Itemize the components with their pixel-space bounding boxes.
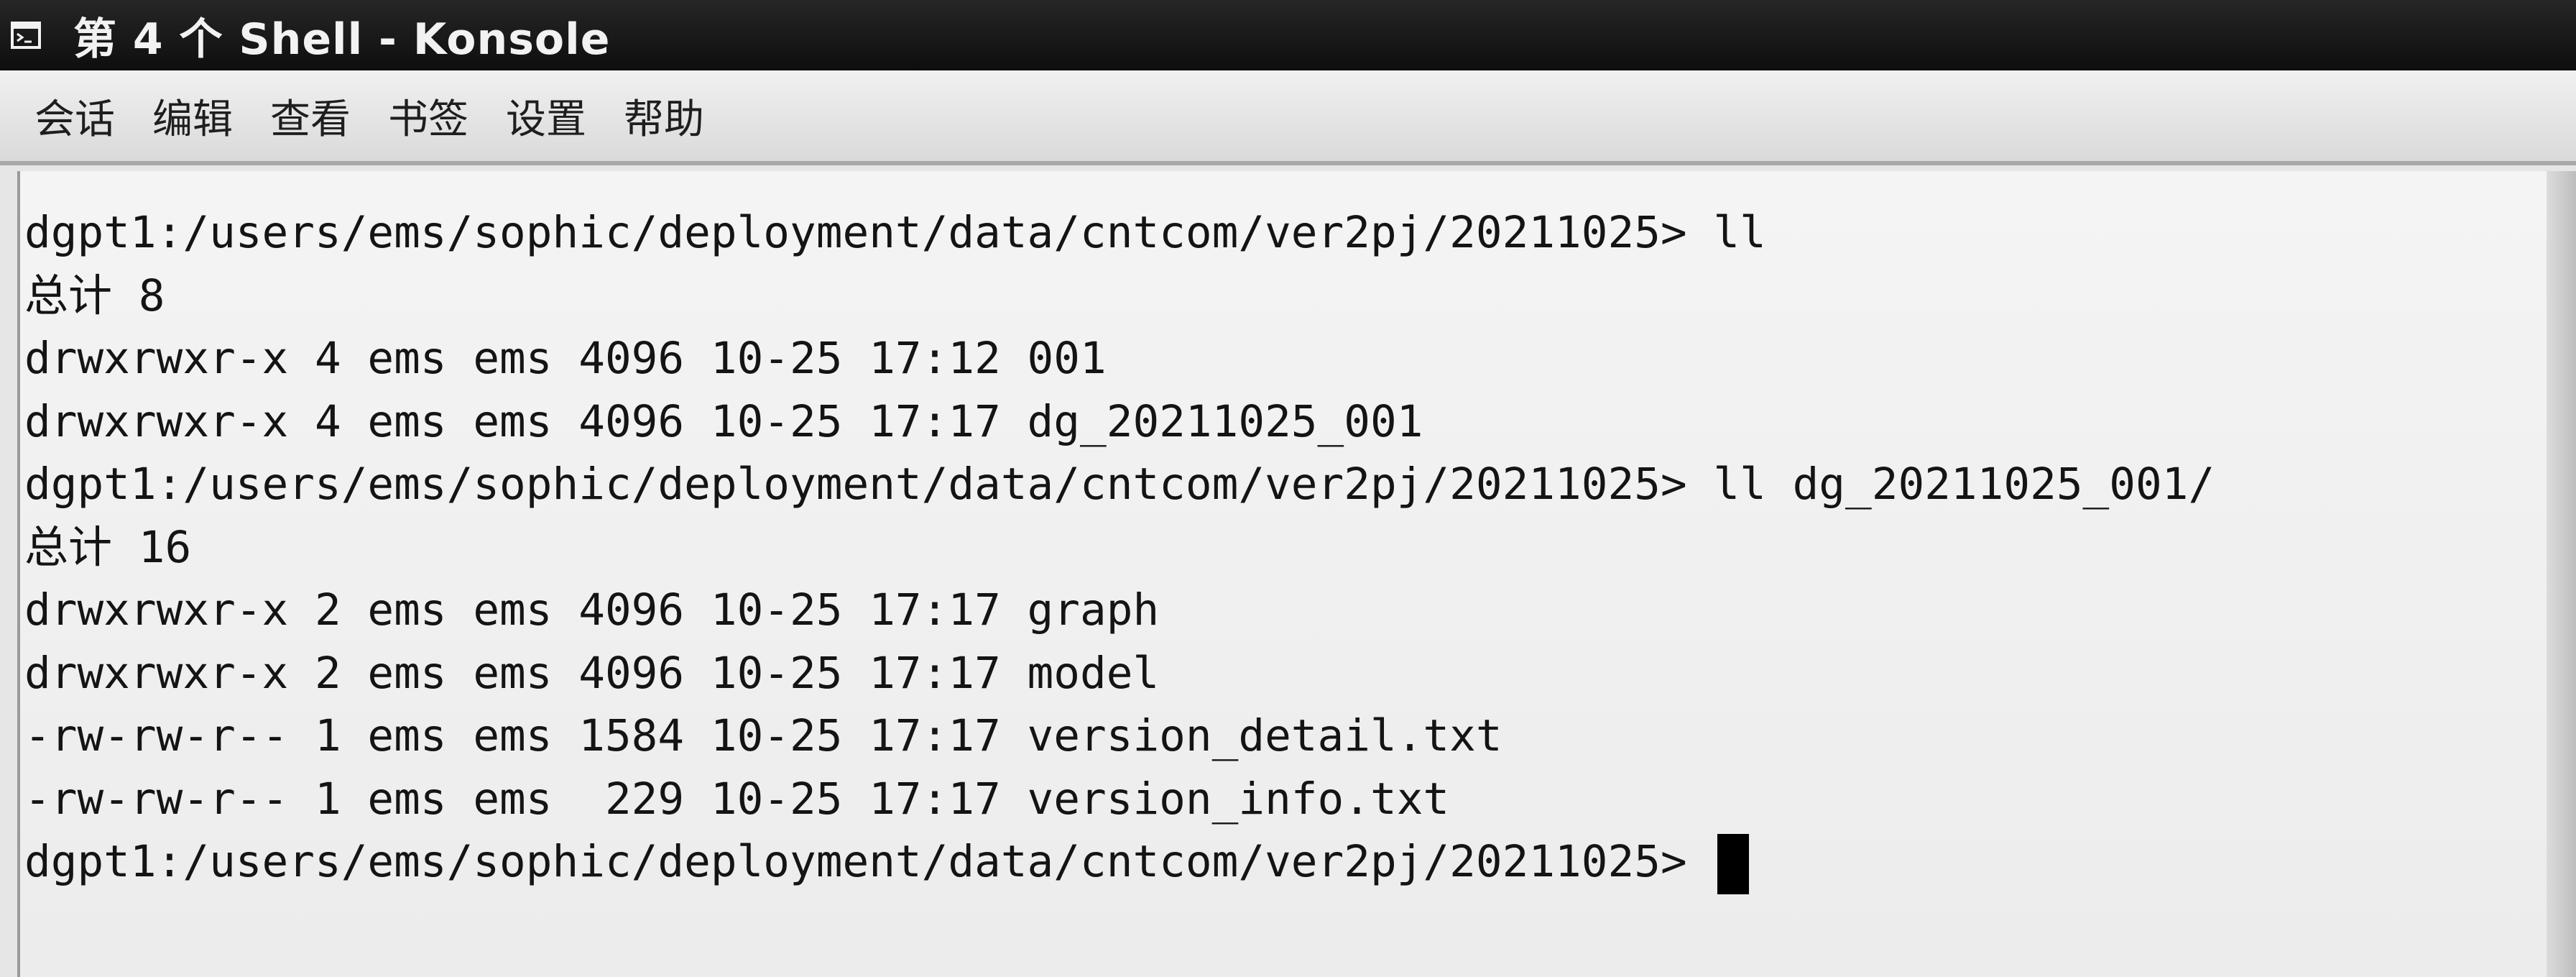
menu-help[interactable]: 帮助 [605,87,723,145]
terminal-line: -rw-rw-r-- 1 ems ems 229 10-25 17:17 ver… [24,773,1450,825]
terminal-output[interactable]: dgpt1:/users/ems/sophic/deployment/data/… [17,171,2547,977]
scrollbar[interactable] [2547,171,2576,977]
konsole-window: 第 4 个 Shell - Konsole 会话 编辑 查看 书签 设置 帮助 … [0,0,2576,977]
menu-settings[interactable]: 设置 [487,87,605,145]
menu-view[interactable]: 查看 [251,87,369,145]
terminal-line: drwxrwxr-x 2 ems ems 4096 10-25 17:17 gr… [24,584,1160,636]
text-cursor [1717,834,1750,895]
terminal-line: -rw-rw-r-- 1 ems ems 1584 10-25 17:17 ve… [24,710,1502,761]
terminal-line: drwxrwxr-x 4 ems ems 4096 10-25 17:12 00… [24,333,1107,384]
terminal-line: drwxrwxr-x 2 ems ems 4096 10-25 17:17 mo… [24,647,1160,699]
terminal-prompt-line[interactable]: dgpt1:/users/ems/sophic/deployment/data/… [20,830,2547,895]
menu-edit[interactable]: 编辑 [134,87,251,145]
terminal-line: 总计 8 [24,270,165,321]
title-bar[interactable]: 第 4 个 Shell - Konsole [0,0,2576,70]
menu-bookmarks[interactable]: 书签 [369,87,487,145]
window-title: 第 4 个 Shell - Konsole [73,14,611,65]
shell-prompt: dgpt1:/users/ems/sophic/deployment/data/… [24,836,1714,887]
terminal-line: drwxrwxr-x 4 ems ems 4096 10-25 17:17 dg… [24,395,1423,447]
terminal-window-icon[interactable] [7,17,45,54]
terminal-line: 总计 16 [24,521,192,573]
menu-bar: 会话 编辑 查看 书签 设置 帮助 [0,70,2576,165]
terminal-line: dgpt1:/users/ems/sophic/deployment/data/… [24,459,2215,510]
terminal-line: dgpt1:/users/ems/sophic/deployment/data/… [24,207,1766,258]
menu-session[interactable]: 会话 [16,87,134,145]
